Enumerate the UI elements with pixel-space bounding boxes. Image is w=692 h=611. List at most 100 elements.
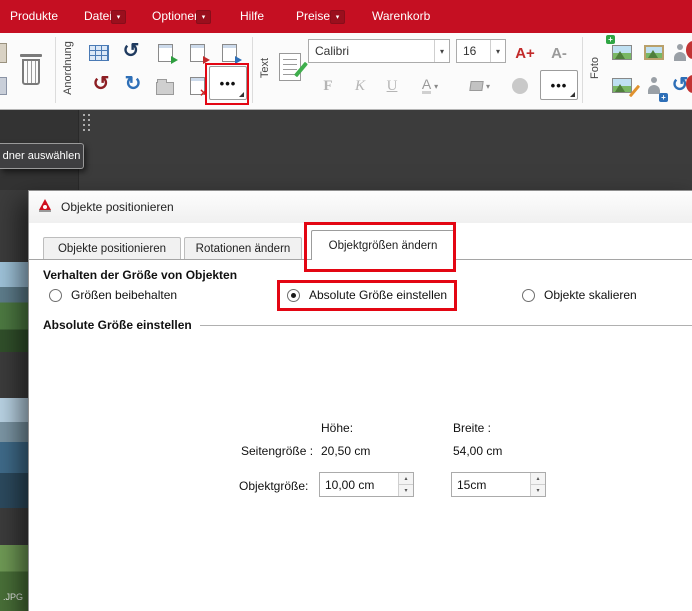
toolbar-separator: [582, 37, 583, 103]
menu-datei-chevron[interactable]: ▾: [111, 10, 126, 24]
redo-button[interactable]: ↻: [118, 69, 148, 99]
paste-page-button[interactable]: [182, 38, 212, 68]
tab-rotationen-aendern[interactable]: Rotationen ändern: [184, 237, 302, 259]
undo-icon: ↺: [123, 41, 140, 61]
menu-produkte[interactable]: Produkte: [10, 0, 58, 33]
section-title: Absolute Größe einstellen: [43, 318, 192, 332]
font-size-select[interactable]: 16 ▾: [456, 39, 506, 63]
spin-down-button[interactable]: ▾: [399, 485, 413, 496]
no-color-button[interactable]: [506, 71, 534, 101]
save-page-button[interactable]: [212, 38, 246, 68]
menu-optionen-chevron[interactable]: ▾: [196, 10, 211, 24]
column-label-hoehe: Höhe:: [321, 421, 353, 435]
dialog-objekte-positionieren: Objekte positionieren Objekte positionie…: [28, 190, 692, 611]
toolbar-separator: [55, 37, 56, 103]
photo-icon: [612, 78, 632, 93]
edit-text-button[interactable]: [274, 45, 306, 89]
add-photo-button[interactable]: +: [606, 37, 638, 67]
app-icon: [37, 197, 53, 218]
trash-icon: [20, 51, 42, 85]
corner-triangle-icon: [239, 92, 244, 97]
italic-button[interactable]: K: [348, 71, 372, 101]
font-size-value: 16: [457, 44, 490, 58]
seitengroesse-label: Seitengröße :: [241, 444, 313, 458]
objektgroesse-label: Objektgröße:: [239, 479, 308, 493]
toolbar: Anordnung ↺ ↺ ↻ × ••• Text Calibri ▾ 16 …: [0, 33, 692, 110]
column-label-breite: Breite :: [453, 421, 491, 435]
more-options-button[interactable]: •••: [209, 66, 247, 100]
photo-frame-button[interactable]: [640, 37, 668, 67]
add-person-button[interactable]: +: [640, 70, 668, 100]
clipped-left-button-bottom[interactable]: [0, 71, 8, 101]
clipped-left-button-top[interactable]: [0, 38, 8, 68]
group-label-foto: Foto: [584, 33, 606, 103]
increase-font-button[interactable]: A+: [510, 38, 540, 68]
menu-datei[interactable]: Datei: [84, 0, 112, 33]
tab-objektgroessen-aendern[interactable]: Objektgrößen ändern: [311, 230, 455, 260]
chevron-down-icon: ▾: [434, 82, 438, 91]
group-title: Verhalten der Größe von Objekten: [43, 268, 237, 282]
menu-preise-chevron[interactable]: ▾: [330, 10, 345, 24]
arrow-badge-icon: [171, 56, 178, 64]
tab-objekte-positionieren[interactable]: Objekte positionieren: [43, 237, 181, 259]
radio-groessen-beibehalten[interactable]: Größen beibehalten: [49, 288, 177, 302]
radio-circle-icon: [49, 289, 62, 302]
underline-button[interactable]: U: [380, 71, 404, 101]
chevron-down-icon: ▾: [202, 13, 206, 21]
chevron-down-icon: ▾: [117, 13, 121, 21]
paint-bucket-icon: [469, 81, 483, 91]
document-icon: [158, 44, 173, 62]
clipboard-icon: [0, 77, 7, 95]
spin-up-button[interactable]: ▴: [399, 473, 413, 485]
objektgroesse-breite-input[interactable]: [452, 473, 530, 496]
font-color-button[interactable]: A▾: [408, 71, 452, 101]
menu-warenkorb[interactable]: Warenkorb: [372, 0, 430, 33]
red-x-icon: ×: [200, 85, 208, 100]
folder-select-button[interactable]: dner auswählen: [0, 143, 84, 169]
objektgroesse-hoehe-input[interactable]: [320, 473, 398, 496]
more-text-options-button[interactable]: •••: [540, 70, 578, 100]
spin-down-button[interactable]: ▾: [531, 485, 545, 496]
menubar: Produkte Datei ▾ Optionen ▾ Hilfe Preise…: [0, 0, 692, 33]
redo-icon: ↻: [125, 74, 142, 94]
folder-page-button[interactable]: [152, 73, 178, 103]
ellipsis-icon: •••: [220, 76, 237, 91]
plus-badge-icon: +: [659, 93, 668, 102]
chevron-down-icon: ▾: [336, 13, 340, 21]
clipboard-icon: [0, 43, 7, 63]
radio-objekte-skalieren[interactable]: Objekte skalieren: [522, 288, 637, 302]
objektgroesse-breite-spinner: ▴ ▾: [451, 472, 546, 497]
circle-icon: [512, 78, 528, 94]
thumbnail-filename: .JPG: [3, 592, 23, 602]
highlight-color-button[interactable]: ▾: [458, 71, 502, 101]
edit-photo-button[interactable]: [606, 70, 638, 100]
corner-triangle-icon: [570, 92, 575, 97]
radio-absolute-groesse[interactable]: Absolute Größe einstellen: [287, 288, 447, 302]
grid-button[interactable]: [84, 38, 114, 68]
copy-page-button[interactable]: [150, 38, 180, 68]
document-icon: [222, 44, 237, 62]
undo-button[interactable]: ↺: [116, 36, 146, 66]
framed-photo-icon: [644, 45, 664, 60]
font-family-select[interactable]: Calibri ▾: [308, 39, 450, 63]
dialog-title: Objekte positionieren: [61, 200, 174, 214]
spin-up-button[interactable]: ▴: [531, 473, 545, 485]
delete-button[interactable]: [12, 41, 50, 95]
decrease-font-button[interactable]: A-: [544, 38, 574, 68]
bold-button[interactable]: F: [316, 71, 340, 101]
person-icon: [646, 77, 662, 94]
seitengroesse-hoehe-value: 20,50 cm: [321, 444, 370, 458]
seitengroesse-breite-value: 54,00 cm: [453, 444, 502, 458]
folder-icon: [156, 82, 174, 95]
radio-label: Größen beibehalten: [71, 288, 177, 302]
undo-alt-button[interactable]: ↺: [86, 69, 116, 99]
document-icon: ×: [190, 77, 205, 95]
objektgroesse-hoehe-spinner: ▴ ▾: [319, 472, 414, 497]
menu-optionen[interactable]: Optionen: [152, 0, 201, 33]
drag-handle-dots[interactable]: [83, 114, 90, 131]
delete-page-button[interactable]: ×: [182, 71, 212, 101]
menu-preise[interactable]: Preise: [296, 0, 330, 33]
menu-hilfe[interactable]: Hilfe: [240, 0, 264, 33]
plus-badge-icon: +: [606, 35, 615, 44]
dialog-titlebar[interactable]: Objekte positionieren: [29, 191, 692, 223]
